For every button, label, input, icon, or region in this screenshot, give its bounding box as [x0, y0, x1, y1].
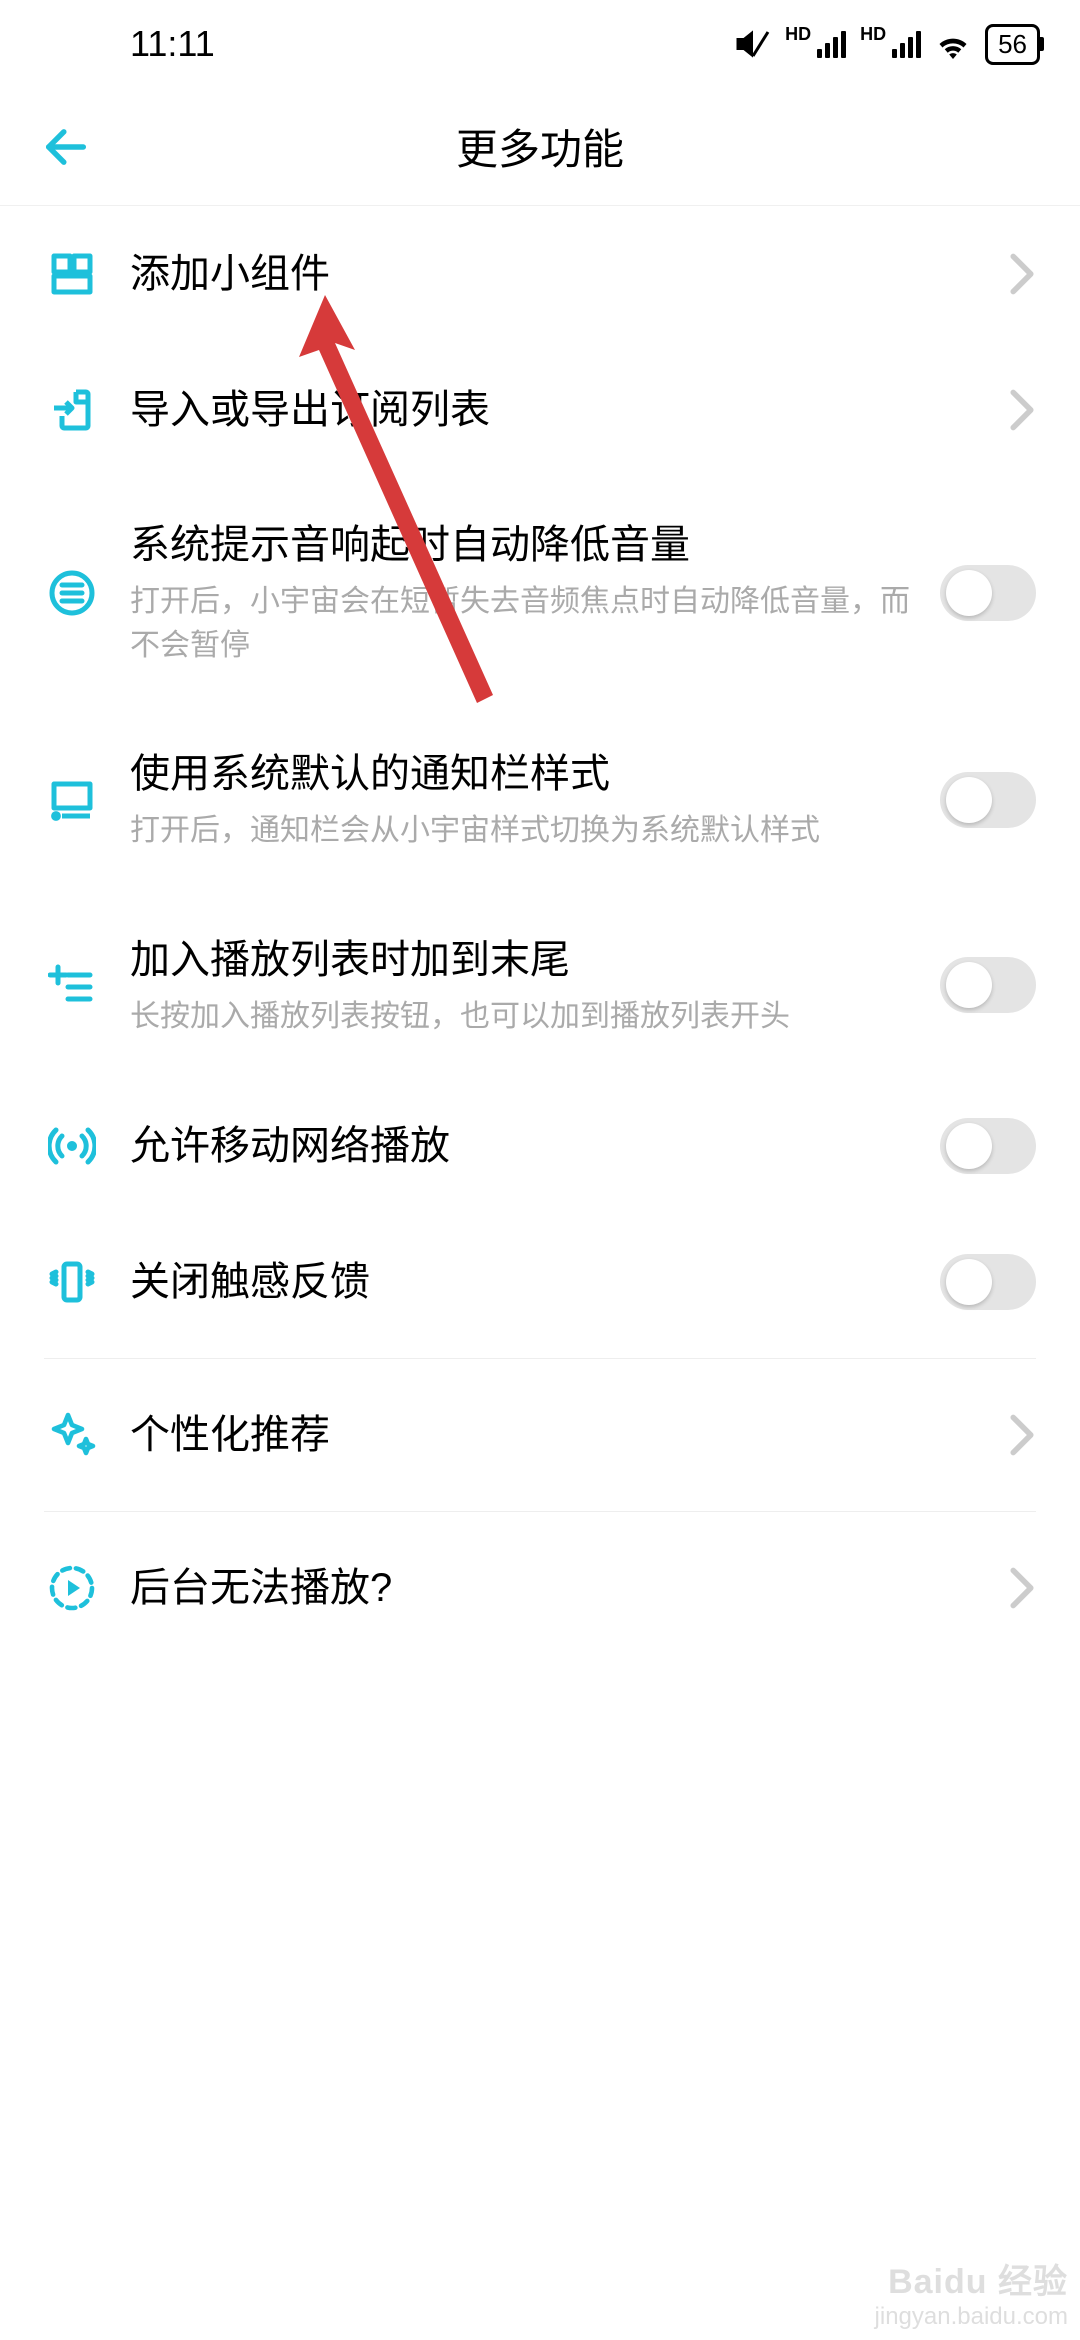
watermark-brand: Baidu 经验	[875, 2262, 1068, 2303]
item-title: 允许移动网络播放	[130, 1119, 916, 1173]
toggle-cellular-play[interactable]	[940, 1118, 1036, 1174]
widget-icon	[44, 246, 100, 302]
playlist-add-icon	[44, 957, 100, 1013]
item-desc: 打开后，通知栏会从小宇宙样式切换为系统默认样式	[130, 809, 916, 853]
chevron-right-icon	[1008, 1413, 1036, 1457]
audio-focus-icon	[44, 565, 100, 621]
item-title: 使用系统默认的通知栏样式	[130, 747, 916, 801]
import-export-icon	[44, 382, 100, 438]
settings-list: 添加小组件 导入或导出订阅列表 系统提示音响起时自动降低音量 打开后，小宇宙会在…	[0, 206, 1080, 1656]
item-title: 后台无法播放?	[130, 1561, 984, 1615]
signal-icon-1	[817, 30, 846, 58]
watermark-url: jingyan.baidu.com	[875, 2303, 1068, 2332]
item-title: 系统提示音响起时自动降低音量	[130, 518, 916, 572]
cellular-icon	[44, 1118, 100, 1174]
item-personalized[interactable]: 个性化推荐	[0, 1367, 1080, 1503]
status-bar: 11:11 HD HD 56	[0, 0, 1080, 88]
wifi-icon	[935, 29, 971, 59]
header: 更多功能	[0, 88, 1080, 206]
hd-label-1: HD	[785, 24, 811, 45]
toggle-lower-volume[interactable]	[940, 565, 1036, 621]
battery-icon: 56	[985, 24, 1040, 65]
item-title: 关闭触感反馈	[130, 1255, 916, 1309]
status-indicators: HD HD 56	[735, 24, 1040, 65]
item-title: 加入播放列表时加到末尾	[130, 933, 916, 987]
chevron-right-icon	[1008, 388, 1036, 432]
divider	[44, 1511, 1036, 1512]
back-button[interactable]	[40, 121, 92, 173]
item-import-export[interactable]: 导入或导出订阅列表	[0, 342, 1080, 478]
chevron-right-icon	[1008, 1566, 1036, 1610]
divider	[44, 1358, 1036, 1359]
toggle-haptic-off[interactable]	[940, 1254, 1036, 1310]
item-notif-style: 使用系统默认的通知栏样式 打开后，通知栏会从小宇宙样式切换为系统默认样式	[0, 707, 1080, 893]
watermark: Baidu 经验 jingyan.baidu.com	[875, 2262, 1068, 2332]
item-title: 个性化推荐	[130, 1408, 984, 1462]
sparkle-icon	[44, 1407, 100, 1463]
haptic-icon	[44, 1254, 100, 1310]
notification-bar-icon	[44, 772, 100, 828]
item-add-to-end: 加入播放列表时加到末尾 长按加入播放列表按钮，也可以加到播放列表开头	[0, 893, 1080, 1079]
item-lower-volume: 系统提示音响起时自动降低音量 打开后，小宇宙会在短暂失去音频焦点时自动降低音量，…	[0, 478, 1080, 707]
hd-label-2: HD	[860, 24, 886, 45]
status-time: 11:11	[40, 23, 215, 65]
item-desc: 打开后，小宇宙会在短暂失去音频焦点时自动降低音量，而不会暂停	[130, 580, 916, 667]
page-title: 更多功能	[0, 116, 1080, 177]
toggle-add-to-end[interactable]	[940, 957, 1036, 1013]
item-desc: 长按加入播放列表按钮，也可以加到播放列表开头	[130, 995, 916, 1039]
background-play-icon	[44, 1560, 100, 1616]
mute-icon	[735, 26, 771, 62]
chevron-right-icon	[1008, 252, 1036, 296]
item-add-widget[interactable]: 添加小组件	[0, 206, 1080, 342]
item-title: 添加小组件	[130, 247, 984, 301]
item-title: 导入或导出订阅列表	[130, 383, 984, 437]
item-bg-play-help[interactable]: 后台无法播放?	[0, 1520, 1080, 1656]
signal-icon-2	[892, 30, 921, 58]
item-haptic-off: 关闭触感反馈	[0, 1214, 1080, 1350]
toggle-notif-style[interactable]	[940, 772, 1036, 828]
item-cellular-play: 允许移动网络播放	[0, 1078, 1080, 1214]
